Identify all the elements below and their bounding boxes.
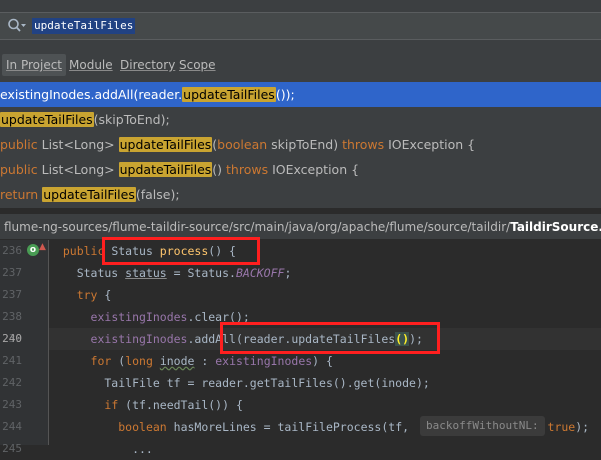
- tab-module[interactable]: Module: [65, 54, 117, 76]
- search-bar: updateTailFiles: [0, 12, 601, 40]
- result-text: public: [0, 137, 38, 152]
- code-line: TailFile tf = reader.getTailFiles().get(…: [49, 376, 430, 390]
- result-text: throws: [342, 137, 385, 152]
- line-number: 243: [2, 398, 22, 411]
- code-line: ...: [49, 442, 153, 456]
- line-number: 244: [2, 420, 22, 433]
- annotation-box-process: [102, 237, 260, 265]
- result-match: updateTailFiles: [118, 162, 213, 177]
- code-editor[interactable]: 236 o ▲ 237 237 238 239 240 241 242 243 …: [0, 237, 601, 456]
- result-match: updateTailFiles: [42, 187, 136, 202]
- result-item[interactable]: public List<Long> updateTailFiles(boolea…: [0, 132, 601, 157]
- code-line: Status status = Status.BACKOFF;: [49, 266, 292, 280]
- result-item[interactable]: updateTailFiles(skipToEnd);: [0, 107, 601, 132]
- line-number: 238: [2, 310, 22, 323]
- up-arrow-icon: ▲: [39, 242, 46, 252]
- tab-in-project[interactable]: In Project: [2, 54, 67, 76]
- tab-scope[interactable]: Scope: [175, 54, 220, 76]
- search-input[interactable]: updateTailFiles: [32, 18, 136, 34]
- result-match: updateTailFiles: [0, 112, 94, 127]
- result-text: public: [0, 162, 38, 177]
- result-text: (): [212, 162, 227, 177]
- line-number: 236: [2, 244, 22, 257]
- override-icon[interactable]: o: [27, 244, 39, 256]
- code-line: if (tf.needTail()) {: [104, 398, 243, 412]
- annotation-box-update-call: [220, 322, 440, 354]
- result-text: return: [0, 187, 39, 202]
- result-text: IOException {: [268, 162, 360, 177]
- result-match: updateTailFiles: [118, 137, 213, 152]
- file-path-bar: flume-ng-sources/flume-taildir-source/sr…: [0, 213, 601, 239]
- result-item[interactable]: return updateTailFiles(false);: [0, 182, 601, 207]
- result-text: (false);: [135, 187, 180, 202]
- result-match: updateTailFiles: [182, 87, 276, 102]
- result-text: skipToEnd): [267, 137, 343, 152]
- line-number: 242: [2, 376, 22, 389]
- result-text: List<Long>: [37, 162, 119, 177]
- result-text: List<Long>: [37, 137, 119, 152]
- editor-gutter: 236 o ▲ 237 237 238 239 240 241 242 243 …: [0, 240, 49, 455]
- result-item[interactable]: existingInodes.addAll(reader.updateTailF…: [0, 82, 601, 107]
- file-name: TaildirSource.java: [510, 220, 601, 234]
- result-text: ());: [275, 87, 295, 102]
- result-text: existingInodes.addAll(reader.: [0, 87, 183, 102]
- result-text: IOException {: [384, 137, 476, 152]
- parameter-hint: backoffWithoutNL:: [420, 416, 545, 436]
- result-text: throws: [226, 162, 269, 177]
- result-item[interactable]: public List<Long> updateTailFiles() thro…: [0, 157, 601, 182]
- result-text: (skipToEnd);: [93, 112, 170, 127]
- line-number: 237: [2, 266, 22, 279]
- result-text: boolean: [217, 137, 268, 152]
- find-usages-panel: updateTailFiles In Project Module Direct…: [0, 0, 601, 208]
- line-number: 237: [2, 288, 22, 301]
- search-icon[interactable]: [7, 17, 27, 35]
- tab-directory[interactable]: Directory: [116, 54, 179, 76]
- line-number: 240: [2, 332, 22, 345]
- line-number: 241: [2, 354, 22, 367]
- line-number: 245: [2, 442, 22, 455]
- code-line: try {: [76, 288, 112, 302]
- file-path-dir: flume-ng-sources/flume-taildir-source/sr…: [4, 220, 511, 234]
